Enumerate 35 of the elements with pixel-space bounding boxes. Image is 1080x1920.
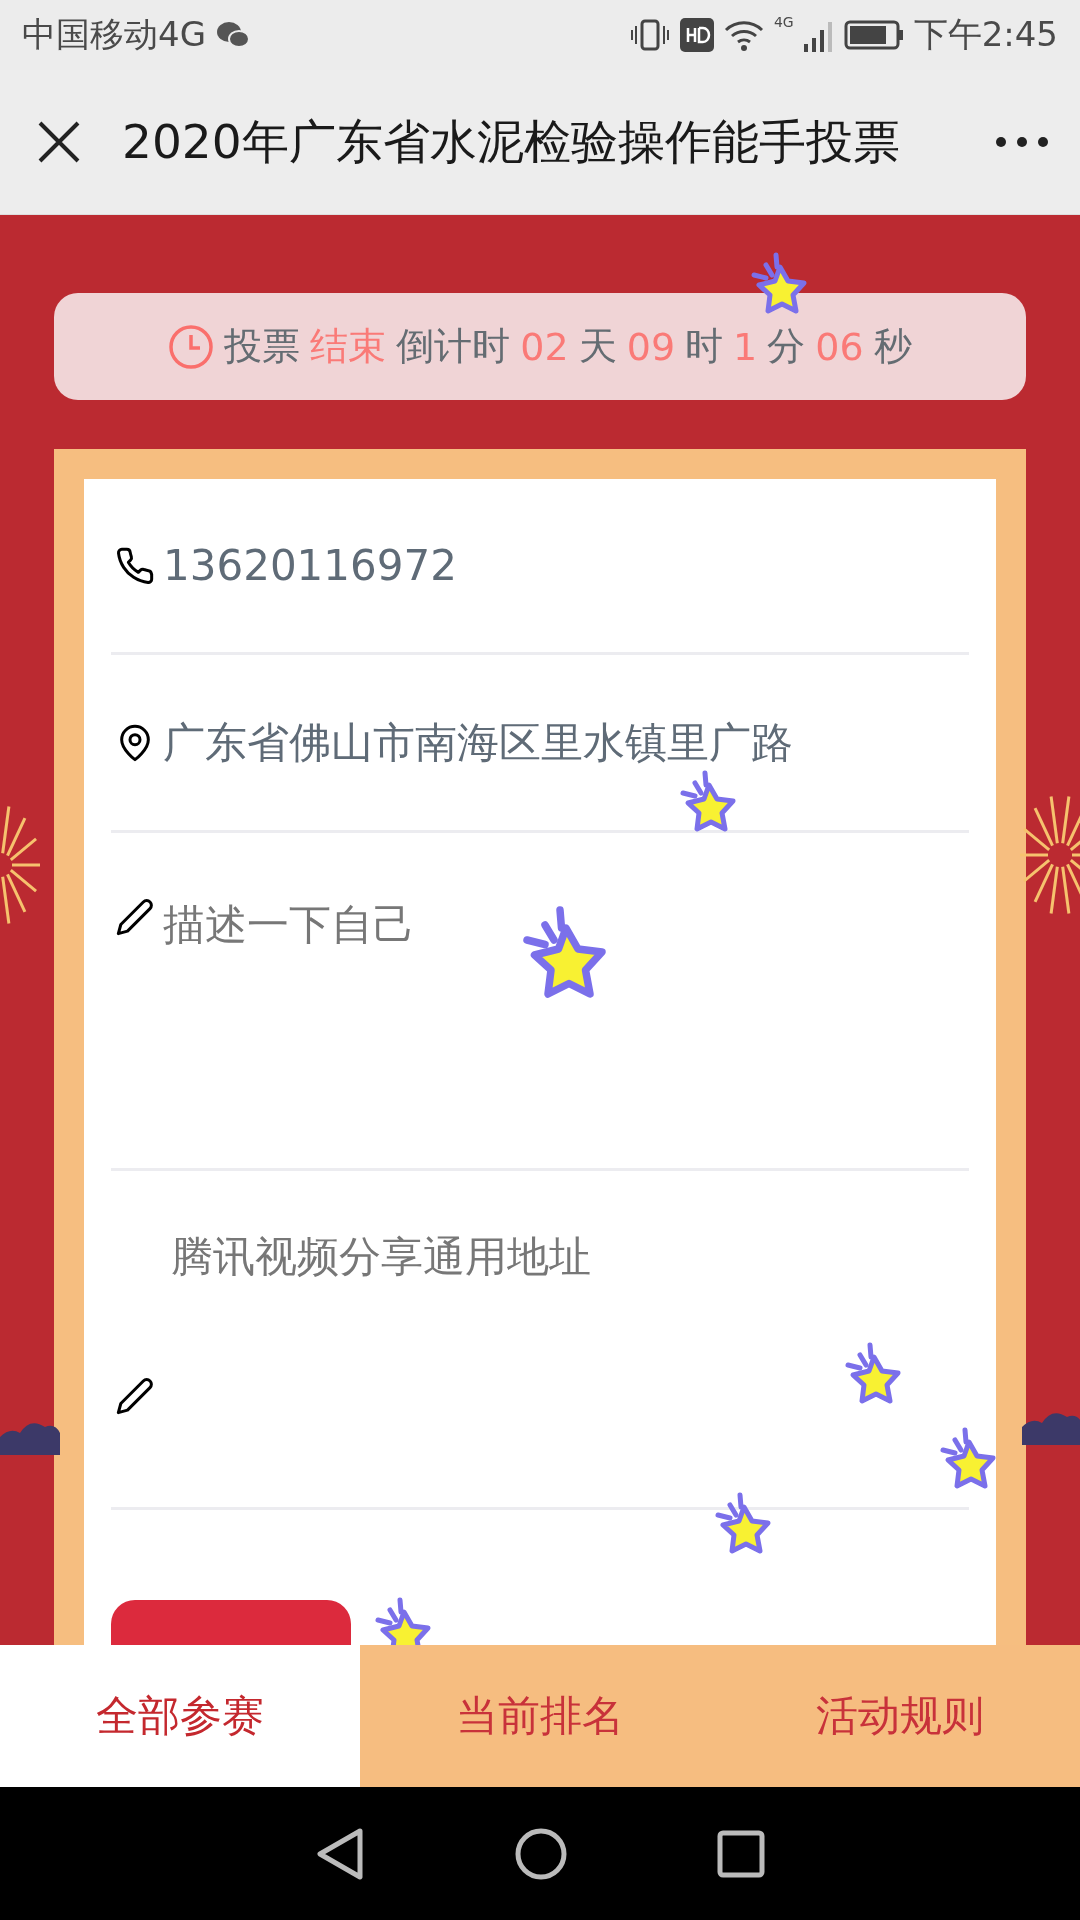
page-title: 2020年广东省水泥检验操作能手投票 [122,112,901,171]
phone-icon [115,545,155,586]
close-button[interactable] [36,119,82,165]
video-url-field[interactable]: 腾讯视频分享通用地址 [171,1229,969,1289]
home-icon[interactable] [514,1826,568,1881]
recents-icon[interactable] [717,1829,766,1878]
countdown-label: 倒计时 [396,323,511,370]
countdown-label: 时 [685,323,724,370]
carrier-text: 中国移动4G [22,13,206,56]
phone-number: 13620116972 [163,541,457,590]
countdown-value: 02 [520,324,569,369]
wifi-icon [723,18,764,52]
bottom-tab[interactable]: 当前排名 [360,1645,720,1787]
network-type-text: 4G [773,14,794,30]
more-button[interactable] [994,135,1050,149]
countdown-label: 投票 [224,323,301,370]
battery-icon [843,20,904,50]
countdown-label: 天 [578,323,617,370]
countdown-value: 1 [733,324,758,369]
countdown-label: 秒 [873,323,912,370]
countdown-label: 分 [767,323,806,370]
countdown-value: 06 [815,324,864,369]
clock-icon [168,323,215,370]
countdown-value: 09 [626,324,676,369]
hd-icon [679,18,714,52]
clock-text: 下午2:45 [913,13,1058,56]
bottom-tab[interactable]: 活动规则 [720,1645,1080,1787]
bottom-tab[interactable]: 全部参赛 [0,1645,360,1787]
pencil-icon [115,897,155,937]
back-icon[interactable] [314,1826,365,1881]
address-text: 广东省佛山市南海区里水镇里广路 [163,716,793,769]
vibrate-icon [629,18,670,52]
pencil-icon [115,1376,155,1416]
description-field[interactable]: 描述一下自己 [163,897,969,957]
countdown-value: 结束 [310,323,387,370]
